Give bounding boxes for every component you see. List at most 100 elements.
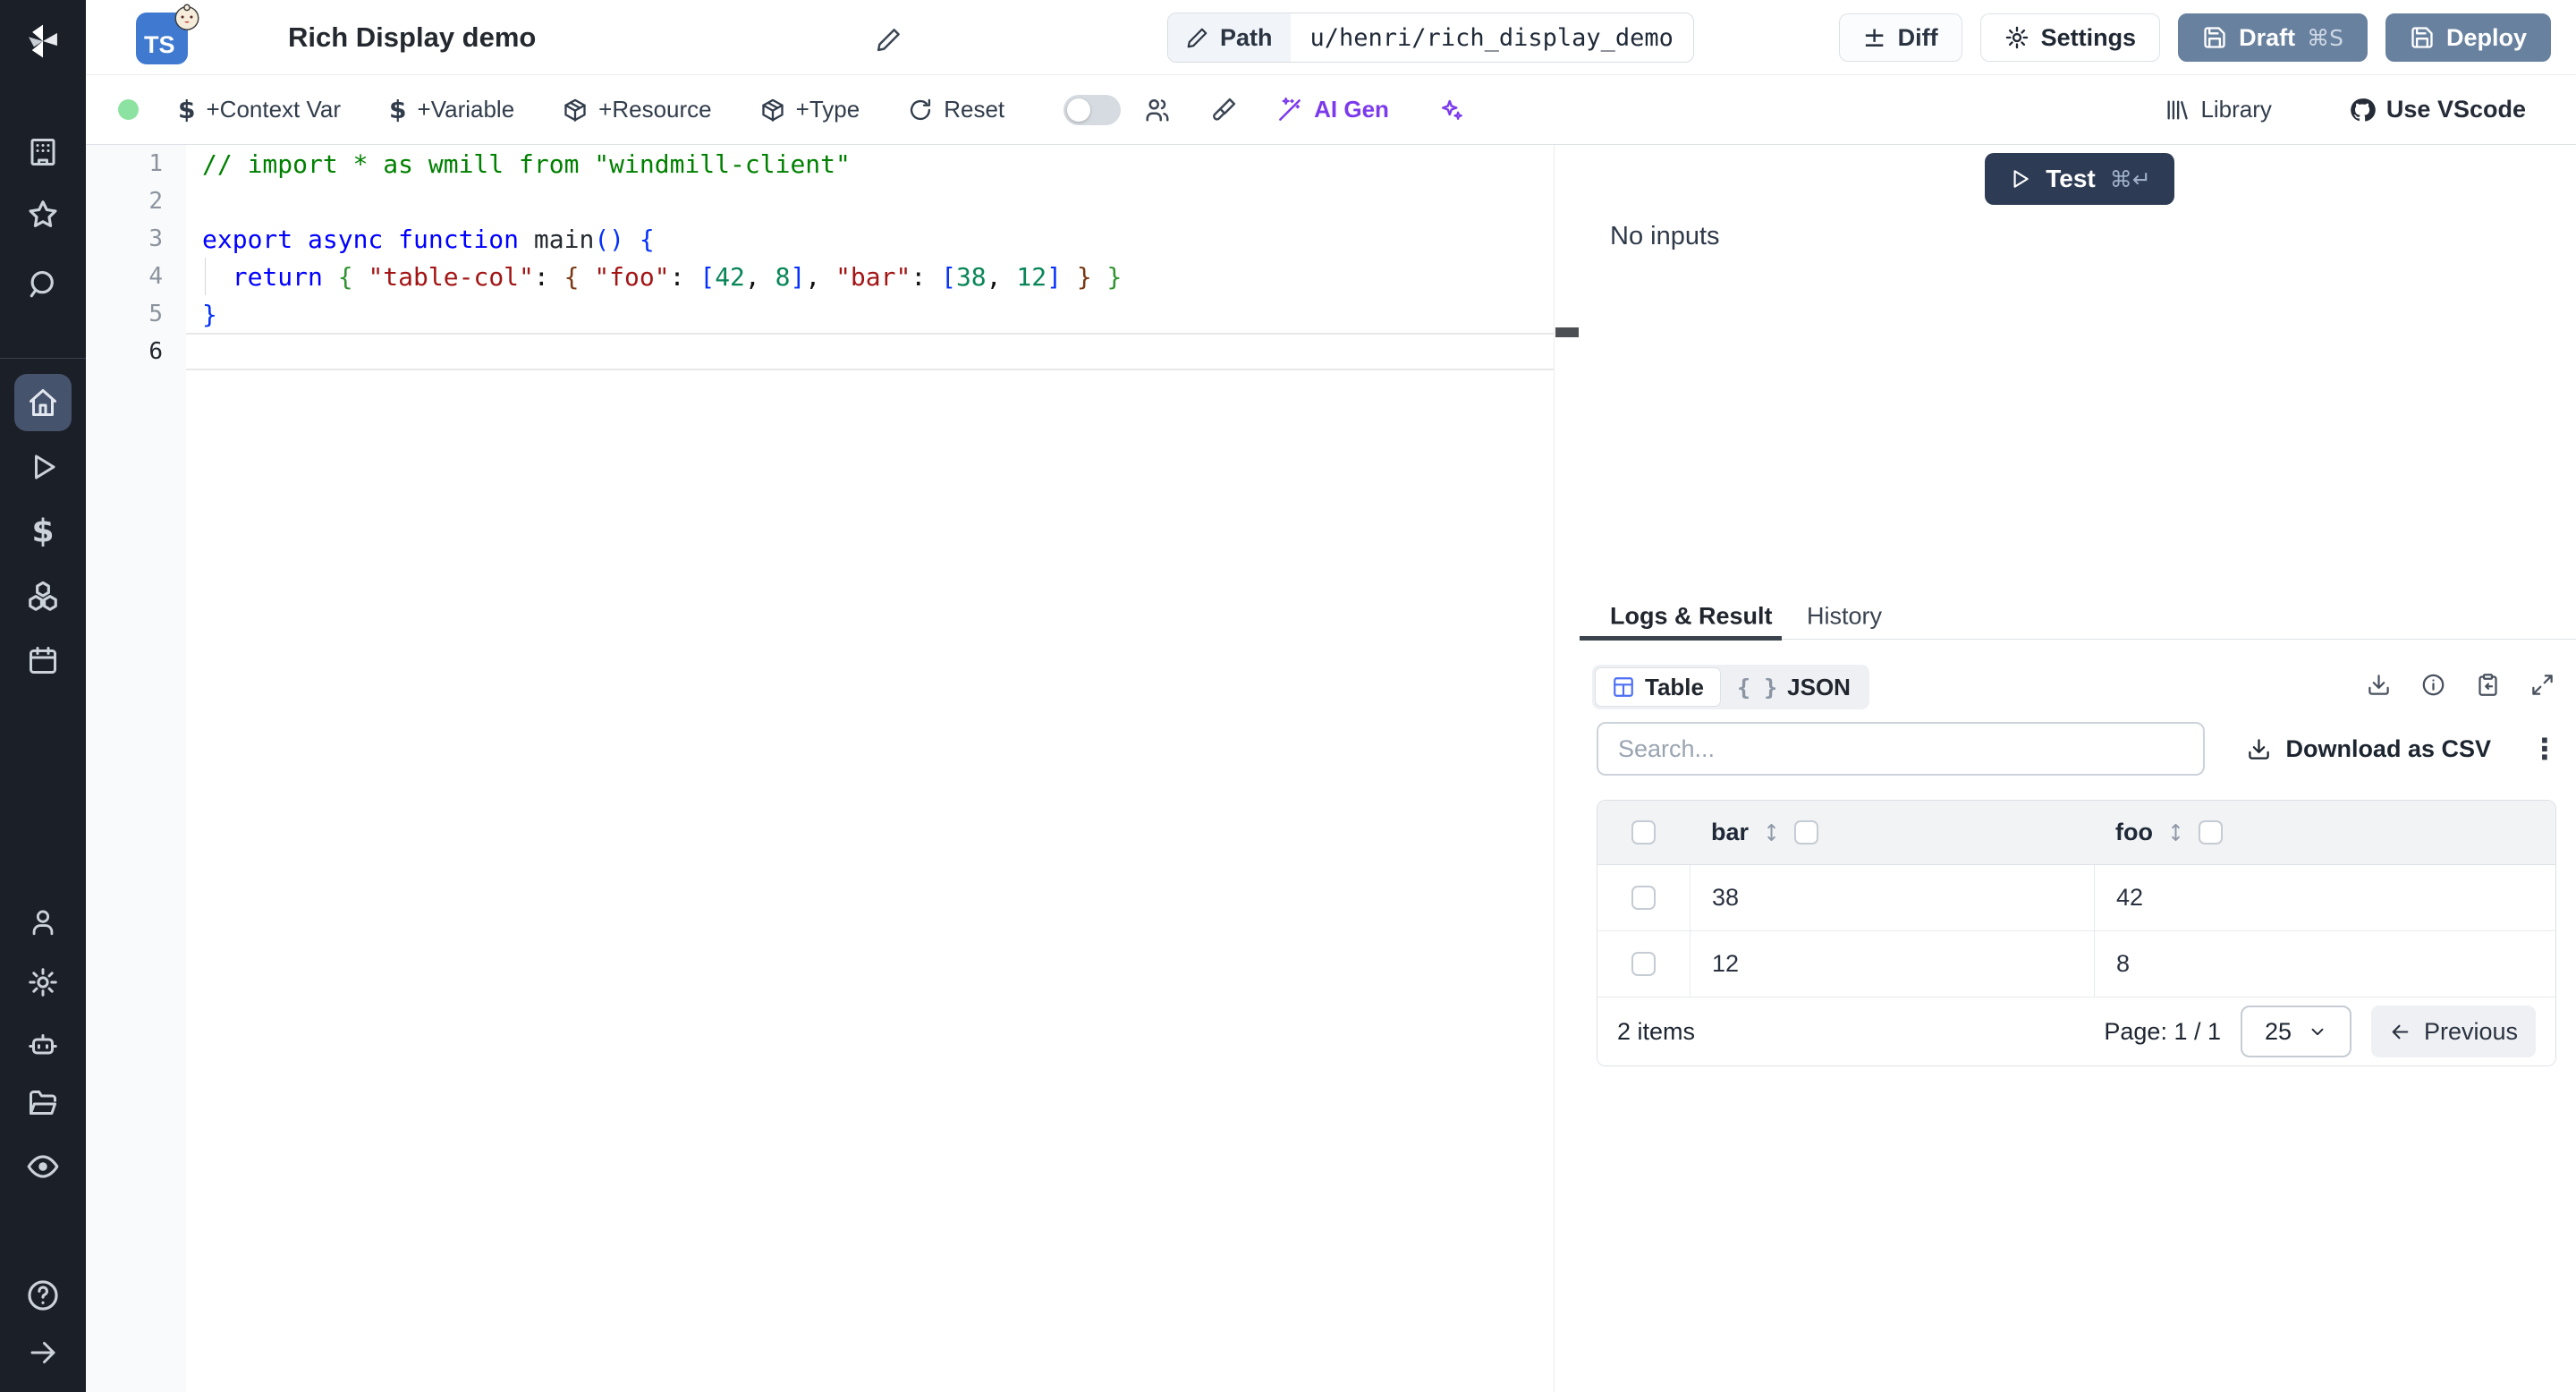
home-icon[interactable] bbox=[27, 386, 59, 419]
run-result-panel: Test ⌘↵ No inputs Logs & Result History … bbox=[1580, 145, 2576, 1392]
view-table-button[interactable]: Table bbox=[1595, 667, 1721, 707]
pencil-icon bbox=[1187, 28, 1208, 48]
workers-robot-icon[interactable] bbox=[27, 1029, 59, 1061]
clipboard-copy-icon[interactable] bbox=[2476, 673, 2500, 697]
wand-icon bbox=[1279, 97, 1301, 121]
active-tab-indicator bbox=[1580, 636, 1782, 641]
sort-icon[interactable] bbox=[1761, 822, 1782, 843]
resources-cubes-icon[interactable] bbox=[26, 579, 60, 613]
code-line[interactable]: 5} bbox=[86, 295, 1554, 333]
save-icon bbox=[2204, 27, 2225, 48]
runs-play-icon[interactable] bbox=[27, 451, 59, 483]
minimap-cursor-marker bbox=[1555, 327, 1579, 337]
favorites-star-icon[interactable] bbox=[26, 198, 60, 232]
column-filter-checkbox[interactable] bbox=[1794, 820, 1819, 845]
code-line[interactable]: 6 bbox=[86, 333, 1554, 370]
deploy-button[interactable]: Deploy bbox=[2385, 13, 2551, 62]
top-header: TS Rich Display demo Path u/henri/rich_d… bbox=[86, 0, 2576, 75]
code-line[interactable]: 1// import * as wmill from "windmill-cli… bbox=[86, 145, 1554, 182]
column-header-bar[interactable]: bar bbox=[1711, 819, 1749, 846]
folders-icon[interactable] bbox=[27, 1088, 59, 1120]
windmill-logo[interactable] bbox=[23, 21, 63, 61]
test-button[interactable]: Test ⌘↵ bbox=[1985, 153, 2174, 205]
previous-page-button[interactable]: Previous bbox=[2371, 1006, 2536, 1057]
code-line[interactable]: 3 export async function main() { bbox=[86, 220, 1554, 258]
brush-icon[interactable] bbox=[1210, 97, 1237, 123]
variables-dollar-icon[interactable]: $ bbox=[31, 514, 54, 550]
search-icon[interactable] bbox=[26, 267, 60, 301]
plus-minus-icon: ± bbox=[1862, 21, 1886, 54]
cell-foo: 42 bbox=[2116, 884, 2144, 911]
code-line[interactable]: 2 bbox=[86, 182, 1554, 220]
expand-icon[interactable] bbox=[2530, 673, 2555, 697]
sidebar-divider bbox=[0, 358, 86, 359]
status-dot bbox=[118, 99, 139, 120]
page-title: Rich Display demo bbox=[288, 21, 537, 53]
tab-history[interactable]: History bbox=[1807, 603, 1882, 631]
braces-icon: { } bbox=[1736, 674, 1778, 700]
path-pill[interactable]: Path u/henri/rich_display_demo bbox=[1167, 13, 1694, 63]
add-type-button[interactable]: +Type bbox=[760, 96, 860, 123]
help-icon[interactable] bbox=[26, 1278, 60, 1312]
users-icon[interactable] bbox=[1144, 97, 1171, 123]
sort-icon[interactable] bbox=[2165, 822, 2186, 843]
schedules-calendar-icon[interactable] bbox=[27, 644, 59, 676]
sparkles-icon[interactable] bbox=[1437, 97, 1464, 123]
path-value[interactable]: u/henri/rich_display_demo bbox=[1291, 13, 1693, 62]
play-icon bbox=[2013, 170, 2029, 188]
edit-summary-button[interactable] bbox=[869, 20, 909, 59]
draft-button[interactable]: Draft ⌘S bbox=[2178, 13, 2368, 62]
info-icon[interactable] bbox=[2421, 673, 2445, 697]
row-checkbox[interactable] bbox=[1631, 886, 1656, 910]
page-indicator: Page: 1 / 1 bbox=[2104, 1017, 2221, 1045]
select-all-checkbox[interactable] bbox=[1631, 820, 1656, 845]
view-json-button[interactable]: { } JSON bbox=[1721, 667, 1867, 707]
use-vscode-button[interactable]: Use VScode bbox=[2349, 96, 2526, 123]
cell-bar: 38 bbox=[1712, 884, 1740, 911]
dollar-icon: $ bbox=[178, 95, 196, 124]
test-shortcut: ⌘↵ bbox=[2109, 166, 2151, 192]
kebab-menu-icon[interactable]: ⋮ bbox=[2530, 732, 2559, 766]
reset-button[interactable]: Reset bbox=[908, 96, 1004, 123]
diff-button[interactable]: ± Diff bbox=[1838, 13, 1962, 62]
cell-bar: 12 bbox=[1712, 950, 1740, 977]
code-line[interactable]: 4 return { "table-col": { "foo": [42, 8]… bbox=[86, 258, 1554, 295]
path-edit-button[interactable]: Path bbox=[1168, 13, 1291, 62]
result-table: bar foo 38 42 12 8 2 items Page: 1 / 1 2… bbox=[1597, 800, 2556, 1066]
tab-logs-result[interactable]: Logs & Result bbox=[1610, 603, 1773, 631]
sidebar: $ bbox=[0, 0, 86, 1392]
workspace-building-icon[interactable] bbox=[27, 136, 59, 168]
library-button[interactable]: Library bbox=[2165, 96, 2272, 123]
code-lines[interactable]: 1// import * as wmill from "windmill-cli… bbox=[86, 145, 1554, 370]
dollar-icon: $ bbox=[389, 95, 407, 124]
table-row[interactable]: 38 42 bbox=[1597, 865, 2555, 931]
add-variable-button[interactable]: $ +Variable bbox=[389, 95, 514, 124]
github-icon bbox=[2351, 98, 2376, 122]
download-csv-button[interactable]: Download as CSV bbox=[2247, 735, 2491, 763]
column-header-foo[interactable]: foo bbox=[2115, 819, 2153, 846]
expand-arrow-icon[interactable] bbox=[27, 1337, 59, 1369]
settings-button[interactable]: Settings bbox=[1979, 13, 2161, 62]
no-inputs-label: No inputs bbox=[1610, 222, 1720, 250]
pencil-icon bbox=[877, 29, 900, 52]
result-tabs: Logs & Result History bbox=[1580, 592, 2576, 641]
table-grid-icon bbox=[1614, 677, 1633, 697]
add-context-var-button[interactable]: $ +Context Var bbox=[178, 95, 341, 124]
page-size-select[interactable]: 25 bbox=[2241, 1006, 2351, 1057]
search-input[interactable] bbox=[1597, 722, 2205, 776]
code-editor[interactable]: 1// import * as wmill from "windmill-cli… bbox=[86, 145, 1579, 1392]
settings-gear-icon[interactable] bbox=[27, 966, 59, 998]
ai-gen-button[interactable]: AI Gen bbox=[1276, 96, 1389, 123]
row-checkbox[interactable] bbox=[1631, 952, 1656, 976]
diff-mode-toggle[interactable] bbox=[1063, 94, 1122, 125]
editor-minimap[interactable] bbox=[1554, 145, 1579, 1392]
user-icon[interactable] bbox=[28, 907, 58, 938]
column-filter-checkbox[interactable] bbox=[2198, 820, 2223, 845]
download-icon[interactable] bbox=[2367, 673, 2391, 697]
add-resource-button[interactable]: +Resource bbox=[563, 96, 712, 123]
audit-eye-icon[interactable] bbox=[26, 1150, 60, 1184]
indent-guide bbox=[205, 258, 206, 295]
refresh-icon bbox=[911, 98, 931, 120]
table-footer: 2 items Page: 1 / 1 25 Previous bbox=[1597, 997, 2555, 1065]
table-row[interactable]: 12 8 bbox=[1597, 931, 2555, 997]
